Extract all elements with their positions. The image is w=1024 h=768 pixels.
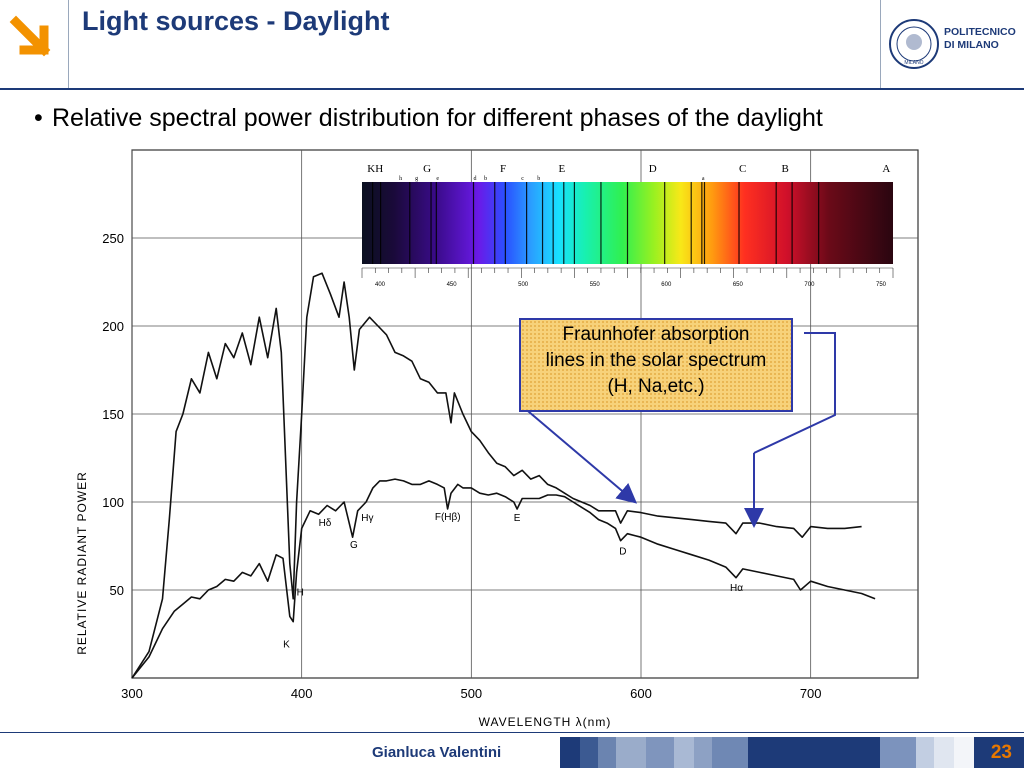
spectrum-line-label: C — [739, 163, 746, 175]
slide-header: Light sources - Daylight MILANO POLITECN… — [0, 0, 1024, 90]
spectrum-small-label: g — [415, 176, 418, 182]
footer-block — [934, 737, 954, 768]
footer-block — [916, 737, 934, 768]
x-tick-label: 500 — [460, 686, 482, 701]
header-rule — [0, 88, 1024, 90]
institution-line: DI MILANO — [944, 39, 999, 51]
spectrum-line-label: B — [781, 163, 788, 175]
header-divider — [68, 0, 69, 88]
spectrum-line-label: E — [558, 163, 565, 175]
footer-block — [616, 737, 646, 768]
spectrum-small-label: c — [521, 176, 524, 182]
spectrum-scale-label: 600 — [661, 282, 672, 288]
spectrum-small-label: b — [484, 176, 487, 182]
spectrum-scale-label: 700 — [804, 282, 815, 288]
footer-block — [954, 737, 974, 768]
spectral-line-label: Hα — [730, 583, 743, 594]
footer-block — [598, 737, 616, 768]
spectrum-line-label: D — [649, 163, 657, 175]
x-tick-label: 400 — [291, 686, 313, 701]
footer-block — [748, 737, 880, 768]
spectrum-small-label: b — [537, 176, 540, 182]
callout-arrow-d — [521, 405, 638, 504]
callout-line: (H, Na,etc.) — [607, 376, 705, 397]
spectrum-scale-label: 650 — [733, 282, 744, 288]
footer-block — [646, 737, 674, 768]
y-tick-label: 150 — [102, 407, 124, 422]
spectral-line-label: Hδ — [319, 518, 332, 529]
spectral-line-label: K — [283, 639, 290, 650]
y-tick-label: 100 — [102, 495, 124, 510]
spectrum-scale-label: 750 — [876, 282, 887, 288]
spectrum-small-label: a — [702, 176, 705, 182]
x-tick-label: 600 — [630, 686, 652, 701]
y-tick-label: 250 — [102, 231, 124, 246]
spectrum-line-label: A — [882, 163, 890, 175]
spectral-line-label: G — [350, 540, 358, 551]
y-tick-label: 200 — [102, 319, 124, 334]
fraunhofer-callout: Fraunhofer absorption lines in the solar… — [519, 318, 793, 412]
x-tick-label: 300 — [121, 686, 143, 701]
spectral-line-label: H — [297, 587, 304, 598]
institution-name: POLITECNICO DI MILANO — [944, 26, 1022, 52]
footer-rule — [0, 732, 1024, 733]
slide-footer: Gianluca Valentini 23 — [0, 732, 1024, 768]
spectrum-line-label: G — [423, 163, 431, 175]
spectrum-small-label: d — [474, 176, 477, 182]
callout-line: lines in the solar spectrum — [545, 350, 767, 371]
footer-block — [560, 737, 580, 768]
callout-line: Fraunhofer absorption — [562, 324, 750, 345]
spectrum-line-label: F — [500, 163, 506, 175]
spectrum-scale-label: 400 — [375, 282, 386, 288]
x-axis-label: WAVELENGTH λ(nm) — [479, 715, 612, 729]
bullet-point: • Relative spectral power distribution fo… — [34, 104, 823, 133]
series-line-2 — [131, 478, 876, 679]
polimi-seal-icon: MILANO — [889, 19, 939, 69]
spectrum-scale-label: 450 — [447, 282, 458, 288]
footer-block — [694, 737, 712, 768]
seal-text: MILANO — [904, 60, 923, 66]
institution-line: POLITECNICO — [944, 26, 1016, 38]
spectral-line-label: F(Hβ) — [435, 512, 461, 523]
x-tick-label: 700 — [800, 686, 822, 701]
footer-block — [674, 737, 694, 768]
arrow-logo-icon — [6, 10, 60, 64]
spectrum-scale-label: 500 — [518, 282, 529, 288]
y-axis-label: RELATIVE RADIANT POWER — [75, 471, 89, 655]
spectrum-small-label: h — [399, 176, 402, 182]
author-name: Gianluca Valentini — [372, 744, 502, 761]
footer-block — [880, 737, 916, 768]
spectrum-small-label: e — [436, 176, 439, 182]
page-number: 23 — [990, 742, 1012, 763]
footer-block — [580, 737, 598, 768]
y-tick-label: 50 — [110, 583, 124, 598]
bullet-dot-icon: • — [34, 104, 43, 132]
header-divider — [880, 0, 881, 88]
spectral-power-chart: 50100150200250300 400 500 600 700 KH G F E D C B Ah… — [75, 149, 919, 729]
spectral-line-label: E — [514, 513, 521, 524]
spectrum-line-label: KH — [367, 163, 383, 175]
spectral-line-label: Hγ — [361, 513, 373, 524]
slide-title: Light sources - Daylight — [82, 6, 390, 36]
spectral-line-label: D — [619, 546, 626, 557]
footer-block — [712, 737, 748, 768]
visible-spectrum-inset: KH G F E D C B Ah g e d b c b a 400 450 500 550 600 650 700 75… — [361, 163, 894, 288]
logo — [0, 0, 68, 88]
spectrum-scale-label: 550 — [590, 282, 601, 288]
bullet-text: Relative spectral power distribution for… — [52, 104, 823, 132]
